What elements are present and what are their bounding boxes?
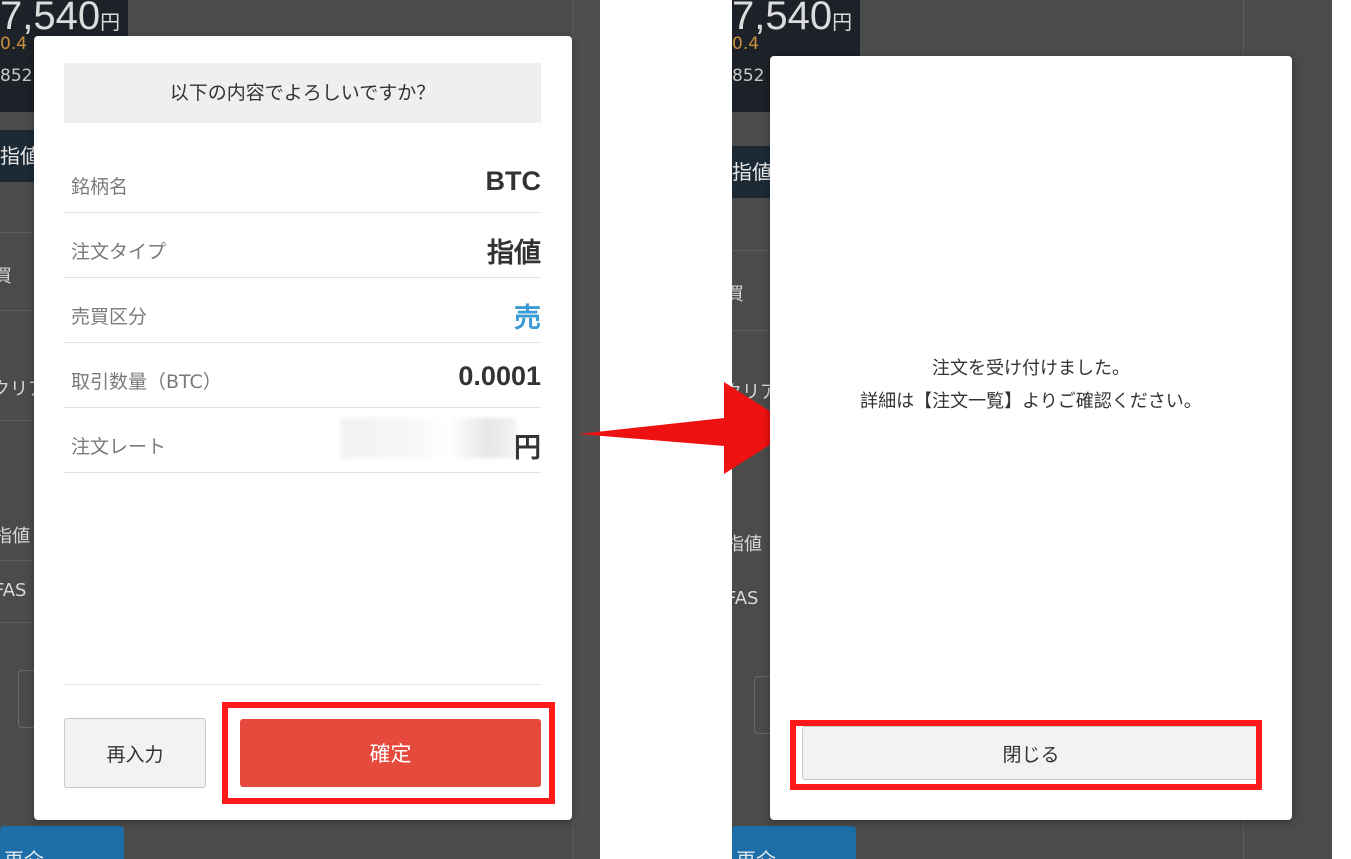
order-type-tab: 指値 bbox=[0, 130, 38, 182]
side-buy-label: 買 bbox=[0, 266, 12, 287]
divider bbox=[732, 330, 772, 331]
rate-value-unit: 円 bbox=[514, 433, 541, 463]
confirm-dialog-header: 以下の内容でよろしいですか？ bbox=[64, 63, 541, 123]
rate-redacted-value bbox=[341, 418, 517, 458]
message-line-1: 注文を受け付けました。 bbox=[932, 358, 1130, 379]
detail-row-symbol: 銘柄名 BTC bbox=[64, 148, 541, 213]
bottom-order-button: 再介 bbox=[732, 826, 856, 859]
detail-row-order-type: 注文タイプ 指値 bbox=[64, 213, 541, 278]
order-confirm-dialog: 以下の内容でよろしいですか？ 銘柄名 BTC 注文タイプ 指値 売買区分 売 取… bbox=[34, 36, 572, 820]
footer-divider bbox=[64, 684, 541, 685]
detail-row-rate: 注文レート 円 bbox=[64, 408, 541, 473]
order-type-value: 指値 bbox=[487, 238, 541, 268]
order-accepted-message: 注文を受け付けました。 詳細は【注文一覧】よりご確認ください。 bbox=[770, 352, 1292, 418]
side-value: 売 bbox=[514, 303, 541, 333]
fas-label: FAS bbox=[0, 580, 27, 601]
close-button[interactable]: 閉じる bbox=[802, 726, 1260, 780]
message-line-2: 詳細は【注文一覧】よりご確認ください。 bbox=[860, 391, 1202, 412]
limit-label: 指値 bbox=[0, 526, 30, 547]
quantity-value: 0.0001 bbox=[458, 361, 541, 391]
price-change: 0.4 bbox=[0, 34, 28, 54]
detail-row-side: 売買区分 売 bbox=[64, 278, 541, 343]
order-accepted-dialog: 注文を受け付けました。 詳細は【注文一覧】よりご確認ください。 閉じる bbox=[770, 56, 1292, 820]
side-buy-label: 買 bbox=[732, 284, 744, 305]
symbol-value: BTC bbox=[485, 166, 542, 196]
symbol-label: 銘柄名 bbox=[71, 176, 129, 198]
limit-label: 指値 bbox=[732, 534, 762, 555]
next-step-arrow-icon bbox=[578, 382, 796, 474]
price-change: 0.4 bbox=[732, 34, 760, 54]
order-type-label: 注文タイプ bbox=[71, 241, 167, 263]
side-label: 売買区分 bbox=[71, 306, 148, 328]
price-sub-value: 852 bbox=[732, 66, 765, 86]
divider bbox=[732, 250, 772, 251]
reenter-button[interactable]: 再入力 bbox=[64, 718, 206, 788]
fas-label: FAS bbox=[732, 588, 759, 609]
confirm-button[interactable]: 確定 bbox=[240, 719, 541, 787]
order-type-tab: 指値 bbox=[732, 146, 770, 198]
rate-label: 注文レート bbox=[71, 436, 167, 458]
detail-row-quantity: 取引数量（BTC） 0.0001 bbox=[64, 343, 541, 408]
quantity-label: 取引数量（BTC） bbox=[71, 371, 222, 393]
bottom-order-button: 再介 bbox=[0, 826, 124, 859]
price-sub-value: 852 bbox=[0, 66, 33, 86]
